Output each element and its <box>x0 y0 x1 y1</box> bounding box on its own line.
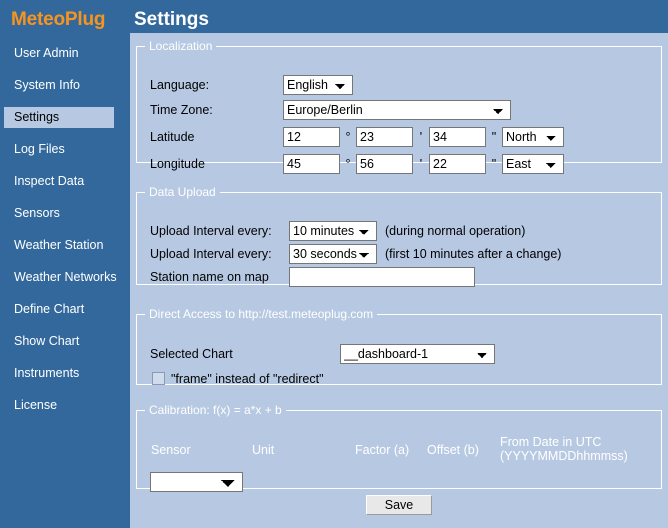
minute-symbol-longitude: ' <box>419 156 423 171</box>
sidebar: MeteoPlug User Admin System Info Setting… <box>0 0 128 528</box>
sidebar-item-settings[interactable]: Settings <box>4 107 114 128</box>
sidebar-item-user-admin[interactable]: User Admin <box>0 43 128 64</box>
upload-interval-change-select[interactable]: 30 seconds <box>289 243 377 264</box>
sidebar-item-log-files[interactable]: Log Files <box>0 139 128 160</box>
calibration-col-offset: Offset (b) <box>427 443 479 457</box>
upload-interval-normal-label: Upload Interval every: <box>150 223 272 238</box>
calibration-col-from-date-line2: (YYYYMMDDhhmmss) <box>500 449 628 463</box>
calibration-legend: Calibration: f(x) = a*x + b <box>149 403 282 417</box>
footer-actions: Save <box>130 495 668 515</box>
sidebar-item-inspect-data[interactable]: Inspect Data <box>0 171 128 192</box>
localization-legend: Localization <box>149 39 213 53</box>
page-title: Settings <box>134 9 209 30</box>
degree-symbol-longitude: ° <box>345 156 351 171</box>
timezone-select[interactable]: Europe/Berlin <box>283 99 511 120</box>
minute-symbol-latitude: ' <box>419 129 423 144</box>
longitude-minutes-input[interactable] <box>356 153 413 174</box>
selected-chart-label: Selected Chart <box>150 346 233 361</box>
language-label: Language: <box>150 77 210 92</box>
upload-interval-normal-select[interactable]: 10 minutes <box>289 220 377 241</box>
sidebar-item-sensors[interactable]: Sensors <box>0 203 128 224</box>
settings-content-panel: Localization Language: English Time Zone… <box>130 33 668 528</box>
calibration-sensor-select[interactable] <box>150 471 243 492</box>
calibration-col-sensor: Sensor <box>151 443 191 457</box>
latitude-degrees-input[interactable] <box>283 126 340 147</box>
sidebar-item-instruments[interactable]: Instruments <box>0 363 128 384</box>
sidebar-item-weather-networks[interactable]: Weather Networks <box>0 267 128 288</box>
language-select[interactable]: English <box>283 74 353 95</box>
frame-instead-of-redirect-checkbox[interactable] <box>152 372 165 385</box>
sidebar-nav: User Admin System Info Settings Log File… <box>0 43 128 416</box>
longitude-label: Longitude <box>150 156 205 171</box>
longitude-degrees-input[interactable] <box>283 153 340 174</box>
data-upload-legend: Data Upload <box>149 185 216 199</box>
calibration-column-headers: Sensor Unit Factor (a) Offset (b) From D… <box>137 431 661 465</box>
longitude-seconds-input[interactable] <box>429 153 486 174</box>
direct-access-legend: Direct Access to http://test.meteoplug.c… <box>149 307 374 321</box>
degree-symbol-latitude: ° <box>345 129 351 144</box>
sidebar-item-system-info[interactable]: System Info <box>0 75 128 96</box>
upload-interval-normal-note: (during normal operation) <box>385 223 526 238</box>
latitude-label: Latitude <box>150 129 195 144</box>
latitude-minutes-input[interactable] <box>356 126 413 147</box>
sidebar-item-weather-station[interactable]: Weather Station <box>0 235 128 256</box>
sidebar-item-define-chart[interactable]: Define Chart <box>0 299 128 320</box>
station-name-label: Station name on map <box>150 269 269 284</box>
calibration-fieldset: Calibration: f(x) = a*x + b Sensor Unit … <box>136 403 662 492</box>
selected-chart-select[interactable]: __dashboard-1 <box>340 343 495 364</box>
save-button[interactable]: Save <box>365 495 433 515</box>
longitude-hemisphere-select[interactable]: East <box>502 153 564 174</box>
upload-interval-change-note: (first 10 minutes after a change) <box>385 246 562 261</box>
second-symbol-latitude: " <box>491 129 497 144</box>
calibration-col-unit: Unit <box>252 443 275 457</box>
main-area: Settings Localization Language: English … <box>128 0 668 528</box>
localization-fieldset: Localization Language: English Time Zone… <box>136 39 662 174</box>
brand-logo: MeteoPlug <box>11 9 106 30</box>
frame-instead-of-redirect-label: "frame" instead of "redirect" <box>171 371 324 386</box>
second-symbol-longitude: " <box>491 156 497 171</box>
app-window: MeteoPlug User Admin System Info Setting… <box>0 0 668 528</box>
sidebar-item-license[interactable]: License <box>0 395 128 416</box>
upload-interval-change-label: Upload Interval every: <box>150 246 272 261</box>
sidebar-item-show-chart[interactable]: Show Chart <box>0 331 128 352</box>
latitude-hemisphere-select[interactable]: North <box>502 126 564 147</box>
calibration-col-from-date-line1: From Date in UTC <box>500 435 602 449</box>
timezone-label: Time Zone: <box>150 102 213 117</box>
latitude-seconds-input[interactable] <box>429 126 486 147</box>
calibration-col-factor: Factor (a) <box>355 443 410 457</box>
data-upload-fieldset: Data Upload Upload Interval every: 10 mi… <box>136 185 662 287</box>
direct-access-fieldset: Direct Access to http://test.meteoplug.c… <box>136 307 662 386</box>
station-name-input[interactable] <box>289 266 475 287</box>
